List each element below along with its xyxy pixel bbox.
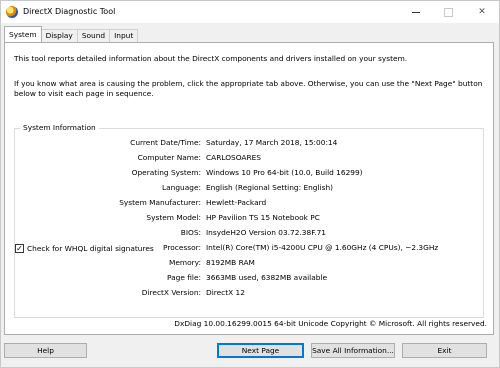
info-label: DirectX Version: <box>141 288 201 297</box>
tab-system[interactable]: System <box>4 26 42 42</box>
info-value: Intel(R) Core(TM) i5-4200U CPU @ 1.60GHz… <box>206 243 439 252</box>
info-label: System Model: <box>146 213 201 222</box>
maximize-button[interactable] <box>433 1 463 23</box>
info-row-operating-system: Operating System: Windows 10 Pro 64-bit … <box>15 168 485 179</box>
info-value: DirectX 12 <box>206 288 245 297</box>
help-button[interactable]: Help <box>4 343 87 358</box>
tab-input[interactable]: Input <box>109 29 139 42</box>
info-label: Language: <box>162 183 201 192</box>
dxdiag-version-text: DxDiag 10.00.16299.0015 64-bit Unicode C… <box>174 319 487 328</box>
dxdiag-window: DirectX Diagnostic Tool ✕ System Display… <box>0 0 500 368</box>
info-value: 3663MB used, 6382MB available <box>206 273 328 282</box>
info-value: Windows 10 Pro 64-bit (10.0, Build 16299… <box>206 168 363 177</box>
system-tab-panel: This tool reports detailed information a… <box>4 42 494 335</box>
info-label: Computer Name: <box>137 153 201 162</box>
info-row-directx-version: DirectX Version: DirectX 12 <box>15 288 485 299</box>
info-label: Current Date/Time: <box>130 138 201 147</box>
info-label: BIOS: <box>180 228 201 237</box>
tab-display[interactable]: Display <box>40 29 78 42</box>
instructions-text: If you know what area is causing the pro… <box>14 79 483 98</box>
exit-button[interactable]: Exit <box>402 343 487 358</box>
save-all-information-button[interactable]: Save All Information... <box>311 343 395 358</box>
info-value: Saturday, 17 March 2018, 15:00:14 <box>206 138 338 147</box>
info-row-bios: BIOS: InsydeH2O Version 03.72.38F.71 <box>15 228 485 239</box>
info-value: English (Regional Setting: English) <box>206 183 334 192</box>
window-title: DirectX Diagnostic Tool <box>23 7 116 16</box>
whql-checkbox-row[interactable]: ✓ Check for WHQL digital signatures <box>15 244 154 253</box>
info-label: Operating System: <box>131 168 201 177</box>
info-value: HP Pavilion TS 15 Notebook PC <box>206 213 320 222</box>
info-row-system-manufacturer: System Manufacturer: Hewlett-Packard <box>15 198 485 209</box>
info-row-memory: Memory: 8192MB RAM <box>15 258 485 269</box>
info-label: Processor: <box>163 243 201 252</box>
info-row-language: Language: English (Regional Setting: Eng… <box>15 183 485 194</box>
intro-text: This tool reports detailed information a… <box>14 54 408 63</box>
tab-bar: System Display Sound Input <box>4 26 139 42</box>
info-label: Page file: <box>167 273 201 282</box>
info-value: Hewlett-Packard <box>206 198 267 207</box>
info-row-page-file: Page file: 3663MB used, 6382MB available <box>15 273 485 284</box>
info-label: Memory: <box>168 258 201 267</box>
info-row-system-model: System Model: HP Pavilion TS 15 Notebook… <box>15 213 485 224</box>
whql-label: Check for WHQL digital signatures <box>27 244 154 253</box>
tab-sound[interactable]: Sound <box>76 29 111 42</box>
info-value: CARLOSOARES <box>206 153 261 162</box>
directx-app-icon <box>6 6 18 18</box>
whql-checkbox[interactable]: ✓ <box>15 244 24 253</box>
info-label: System Manufacturer: <box>119 198 201 207</box>
close-icon: ✕ <box>478 7 486 17</box>
close-button[interactable]: ✕ <box>467 1 497 23</box>
info-value: 8192MB RAM <box>206 258 255 267</box>
group-title: System Information <box>20 123 99 132</box>
minimize-button[interactable] <box>401 1 431 23</box>
title-bar[interactable]: DirectX Diagnostic Tool ✕ <box>1 1 499 23</box>
info-value: InsydeH2O Version 03.72.38F.71 <box>206 228 327 237</box>
next-page-button[interactable]: Next Page <box>217 343 304 358</box>
system-information-group: System Information Current Date/Time: Sa… <box>14 123 485 318</box>
info-row-date-time: Current Date/Time: Saturday, 17 March 20… <box>15 138 485 149</box>
info-row-computer-name: Computer Name: CARLOSOARES <box>15 153 485 164</box>
